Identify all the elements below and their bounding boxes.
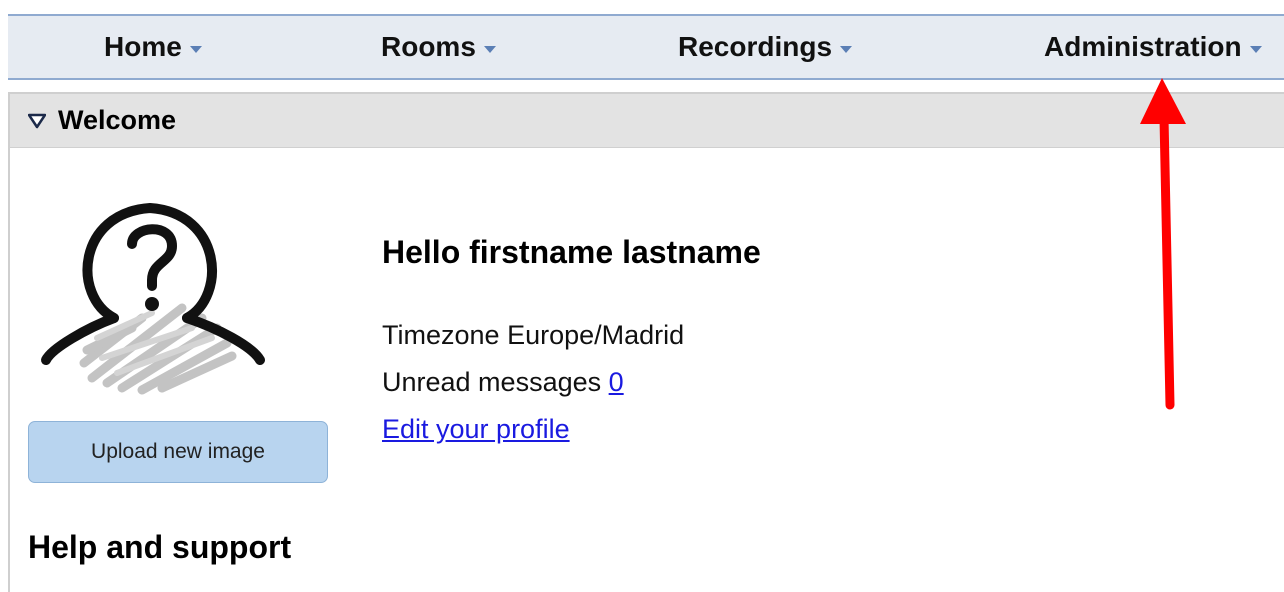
chevron-down-icon <box>1249 45 1262 53</box>
timezone-label: Timezone <box>382 320 500 350</box>
welcome-panel-header[interactable]: Welcome <box>10 94 1284 148</box>
edit-profile-link[interactable]: Edit your profile <box>382 414 570 445</box>
triangle-down-icon <box>27 113 47 129</box>
welcome-panel: Welcome Upload new image Help and suppor… <box>8 92 1284 592</box>
chevron-down-icon <box>840 45 853 53</box>
nav-rooms-label: Rooms <box>381 31 476 62</box>
unread-messages-line: Unread messages 0 <box>382 367 624 398</box>
unread-messages-count-link[interactable]: 0 <box>609 367 624 397</box>
nav-home-label: Home <box>104 31 182 62</box>
help-and-support-heading: Help and support <box>28 529 292 565</box>
user-greeting: Hello firstname lastname <box>382 234 761 270</box>
unread-messages-label: Unread messages <box>382 367 602 397</box>
nav-recordings-label: Recordings <box>678 31 833 62</box>
unknown-user-icon <box>32 178 272 398</box>
chevron-down-icon <box>189 45 202 53</box>
nav-administration-label: Administration <box>1044 31 1242 62</box>
panel-title: Welcome <box>58 105 177 135</box>
nav-home-menu[interactable]: Home <box>104 30 202 64</box>
nav-administration-menu[interactable]: Administration <box>1044 30 1262 64</box>
top-navbar: Home Rooms Recordings Administration <box>8 14 1284 80</box>
upload-new-image-button[interactable]: Upload new image <box>28 421 328 483</box>
chevron-down-icon <box>483 45 496 53</box>
timezone-value: Europe/Madrid <box>507 320 685 350</box>
nav-recordings-menu[interactable]: Recordings <box>678 30 853 64</box>
nav-rooms-menu[interactable]: Rooms <box>381 30 496 64</box>
timezone-line: Timezone Europe/Madrid <box>382 320 684 351</box>
